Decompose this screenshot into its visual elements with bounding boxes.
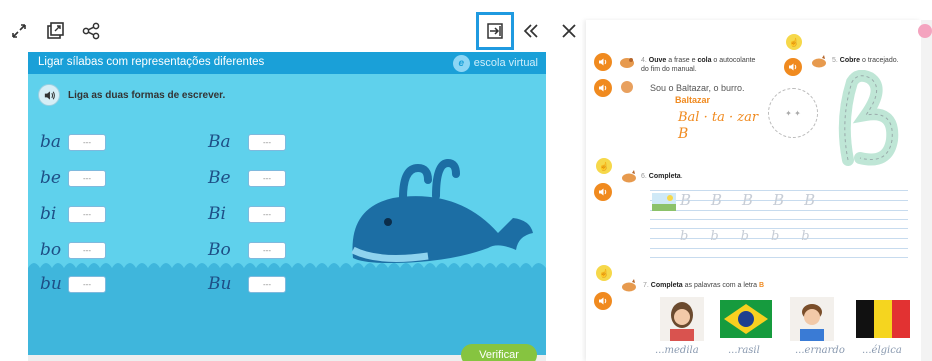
page-edge — [921, 20, 932, 361]
answer-slot[interactable]: --- — [248, 133, 286, 151]
sticker-placeholder: ✦ ✦ — [768, 88, 818, 138]
syllable-label: bi — [40, 204, 57, 224]
word-blank: ...ernardo — [795, 345, 845, 356]
speaker-icon — [599, 84, 607, 92]
open-external-icon — [47, 22, 64, 39]
hand-icon[interactable]: ☝ — [596, 265, 612, 281]
whale-illustration — [351, 158, 533, 263]
speaker-icon — [599, 297, 607, 305]
character-icon — [621, 81, 633, 93]
donkey-icon — [622, 170, 636, 183]
instruction-audio-button[interactable] — [38, 84, 60, 106]
traced-letters: BBBBB — [680, 191, 836, 209]
script-word: Bal · ta · zar — [678, 110, 759, 125]
answer-slot[interactable]: --- — [68, 275, 106, 293]
audio-button[interactable] — [784, 58, 802, 76]
activity-panel: Ligar sílabas com representações diferen… — [28, 52, 546, 361]
word-blank: ...élgica — [862, 345, 902, 356]
expand-icon — [12, 24, 26, 38]
answer-slot[interactable]: --- — [248, 169, 286, 187]
exercise-7-text: 7. Completa as palavras com a letra B — [643, 282, 765, 289]
double-chevron-left-icon — [523, 24, 538, 38]
syllable-label: be — [40, 168, 61, 188]
brand-name: escola virtual — [473, 57, 538, 69]
verify-button[interactable]: Verificar — [461, 344, 537, 361]
tracing-letter-b — [838, 70, 899, 166]
exercise-5-text: 5. Cobre o tracejado. — [832, 57, 899, 64]
landscape-thumbnail — [652, 193, 676, 211]
open-external-button[interactable] — [42, 18, 68, 44]
syllable-pair-be: be --- — [40, 168, 106, 188]
audio-button[interactable] — [594, 79, 612, 97]
exercise-6-text: 6. Completa. — [641, 173, 683, 180]
answer-slot[interactable]: --- — [68, 169, 106, 187]
answer-slot[interactable]: --- — [248, 205, 286, 223]
share-icon — [82, 22, 100, 40]
syllable-pair-bi: bi --- — [40, 204, 106, 224]
sentence-text: Sou o Baltazar, o burro. — [650, 83, 745, 93]
syllable-label: Bu — [208, 274, 232, 294]
close-icon — [562, 24, 576, 38]
word-blank: ...medila — [655, 345, 699, 356]
exit-panel-button[interactable] — [476, 12, 514, 50]
share-button[interactable] — [78, 18, 104, 44]
word-blank: ...rasil — [728, 345, 760, 356]
audio-button[interactable] — [594, 183, 612, 201]
speaker-icon — [599, 58, 607, 66]
syllable-pair-bu: bu --- — [40, 274, 106, 294]
speaker-icon — [44, 90, 55, 100]
exercise-4-text: 4. Ouve a frase e cola o autocolante do … — [641, 57, 756, 73]
brand-logo: e escola virtual — [452, 54, 538, 72]
hand-icon[interactable]: ☝ — [786, 34, 802, 50]
audio-button[interactable] — [594, 292, 612, 310]
syllable-pair-Ba: Ba --- — [208, 132, 286, 152]
belgium-flag — [856, 300, 910, 338]
viewer-toolbar — [0, 0, 590, 50]
speaker-icon — [599, 188, 607, 196]
syllable-label: Bi — [208, 204, 226, 224]
donkey-icon — [812, 55, 826, 68]
hand-icon[interactable]: ☝ — [596, 158, 612, 174]
instruction-text: Liga as duas formas de escrever. — [68, 89, 226, 101]
brand-mark-icon: e — [452, 54, 470, 72]
syllable-pair-Bi: Bi --- — [208, 204, 286, 224]
syllable-label: Ba — [208, 132, 231, 152]
close-button[interactable] — [556, 18, 582, 44]
favorite-icon[interactable] — [918, 24, 932, 38]
answer-slot[interactable]: --- — [248, 275, 286, 293]
answer-slot[interactable]: --- — [68, 205, 106, 223]
syllable-label: bu — [40, 274, 62, 294]
syllable-pair-ba: ba --- — [40, 132, 106, 152]
answer-slot[interactable]: --- — [68, 133, 106, 151]
activity-title: Ligar sílabas com representações diferen… — [38, 56, 265, 68]
syllable-label: ba — [40, 132, 62, 152]
sentence-word: Baltazar — [675, 95, 711, 105]
collapse-button[interactable] — [518, 18, 544, 44]
expand-button[interactable] — [6, 18, 32, 44]
speaker-icon — [789, 63, 797, 71]
donkey-icon — [622, 279, 636, 292]
exit-to-right-icon — [487, 23, 503, 39]
activity-header: Ligar sílabas com representações diferen… — [28, 52, 546, 74]
boy-photo — [790, 297, 834, 341]
syllable-label: Be — [208, 168, 231, 188]
worm-icon — [620, 58, 634, 68]
instruction-row: Liga as duas formas de escrever. — [38, 84, 225, 106]
audio-button[interactable] — [594, 53, 612, 71]
script-letter: B — [678, 126, 689, 142]
syllable-pair-Be: Be --- — [208, 168, 286, 188]
brazil-flag — [720, 300, 772, 338]
syllable-pair-Bu: Bu --- — [208, 274, 286, 294]
traced-letters: bbbbb — [680, 229, 832, 244]
girl-photo — [660, 297, 704, 341]
